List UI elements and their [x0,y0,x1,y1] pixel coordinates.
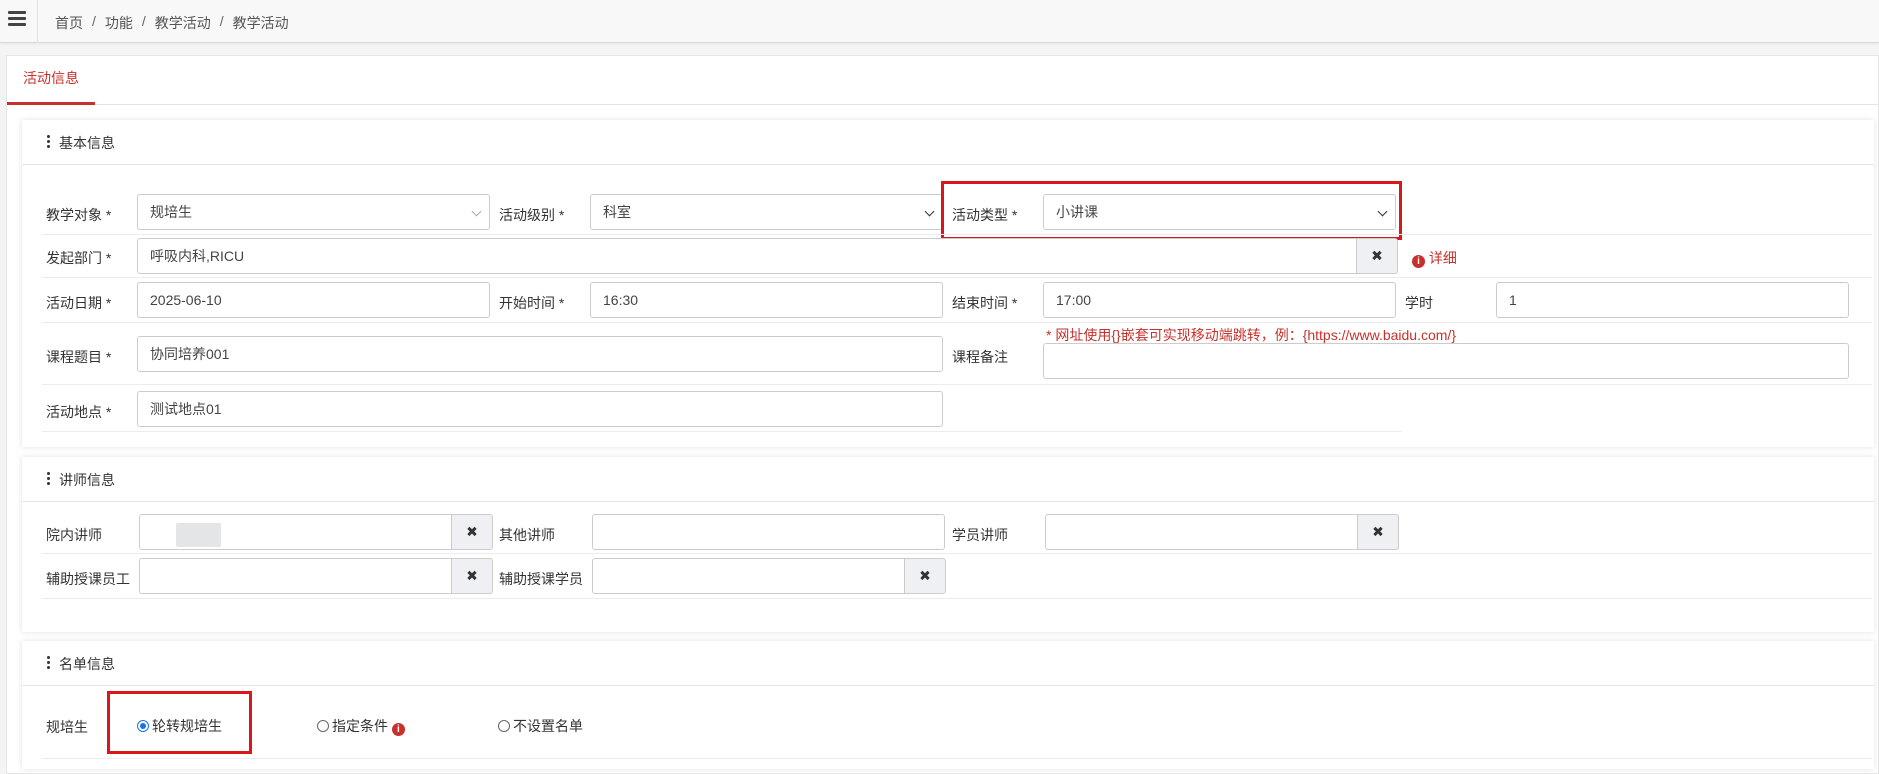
close-icon: ✖ [466,567,478,584]
hours-input[interactable]: 1 [1496,282,1849,318]
end-time-input[interactable]: 17:00 [1043,282,1396,318]
breadcrumb-current: 教学活动 [232,15,289,31]
section-title: 名单信息 [59,656,115,672]
hamburger-menu-icon[interactable] [8,11,26,27]
radio-rotation-trainee[interactable]: 轮转规培生 [137,716,222,736]
row-divider [42,384,1872,385]
course-title-label: 课程题目 * [46,349,112,365]
assist-student-input[interactable] [592,558,905,594]
date-label: 活动日期 * [46,295,112,311]
roster-info-section: 名单信息 规培生 轮转规培生 指定条件 i 不设置名单 [22,641,1874,769]
vertical-dots-icon [47,472,50,487]
basic-info-section: 基本信息 教学对象 * 规培生 活动级别 * 科室 活动类型 * 小讲课 发起部… [22,120,1874,447]
location-label: 活动地点 * [46,404,112,420]
internal-teacher-clear-button[interactable]: ✖ [451,514,493,550]
section-header: 名单信息 [22,641,1874,686]
roster-label: 规培生 [46,719,88,735]
main-panel: 活动信息 基本信息 教学对象 * 规培生 活动级别 * 科室 活动类型 * 小讲… [6,55,1879,774]
breadcrumb-function[interactable]: 功能 [105,13,133,33]
radio-specified-condition[interactable]: 指定条件 i [317,716,405,736]
row-divider [42,553,1872,554]
vertical-dots-icon [47,656,50,671]
dept-label: 发起部门 * [46,250,112,266]
dept-clear-button[interactable]: ✖ [1356,238,1398,274]
topbar-divider [37,0,38,43]
section-title: 基本信息 [59,135,115,151]
info-icon: i [1412,255,1425,268]
radio-selected-icon [137,720,149,732]
row-divider [42,431,1402,432]
radio-unselected-icon [317,720,329,732]
row-divider [42,277,1872,278]
location-input[interactable]: 测试地点01 [137,391,943,427]
close-icon: ✖ [466,523,478,540]
radio-unselected-icon [498,720,510,732]
end-time-label: 结束时间 * [952,295,1018,311]
internal-teacher-input[interactable] [139,514,452,550]
date-input[interactable]: 2025-06-10 [137,282,490,318]
radio-label: 指定条件 [332,718,388,734]
close-icon: ✖ [1371,247,1383,264]
assist-student-clear-button[interactable]: ✖ [904,558,946,594]
start-time-label: 开始时间 * [499,295,565,311]
row-divider [42,758,1872,759]
dept-input[interactable]: 呼吸内科,RICU [137,238,1357,274]
dept-detail-label: 详细 [1428,250,1457,266]
section-title: 讲师信息 [59,472,115,488]
assist-staff-clear-button[interactable]: ✖ [451,558,493,594]
radio-no-roster[interactable]: 不设置名单 [498,716,583,736]
redacted-teacher-name [176,523,221,547]
activity-level-select[interactable]: 科室 [590,194,943,230]
teaching-target-select[interactable]: 规培生 [137,194,490,230]
teacher-info-section: 讲师信息 院内讲师 ✖ 其他讲师 学员讲师 ✖ 辅助授课员工 ✖ 辅助授课学员 … [22,457,1874,632]
vertical-dots-icon [47,135,50,150]
row-divider [42,234,1872,235]
breadcrumb-separator: / [141,13,146,29]
hours-label: 学时 [1405,295,1433,311]
tab-activity-info[interactable]: 活动信息 [7,56,95,105]
other-teacher-input[interactable] [592,514,945,550]
activity-level-value: 科室 [603,204,631,220]
section-header: 讲师信息 [22,457,1874,502]
chevron-down-icon [924,206,935,217]
activity-level-label: 活动级别 * [499,207,565,223]
course-title-input[interactable]: 协同培养001 [137,336,943,372]
close-icon: ✖ [1372,523,1384,540]
breadcrumb-teaching-activity[interactable]: 教学活动 [155,13,211,33]
internal-teacher-label: 院内讲师 [46,527,102,543]
course-note-input[interactable] [1043,343,1849,379]
student-teacher-clear-button[interactable]: ✖ [1357,514,1399,550]
assist-student-label: 辅助授课学员 [499,571,583,587]
radio-label: 轮转规培生 [152,718,222,734]
chevron-down-icon [471,206,482,217]
radio-label: 不设置名单 [513,718,583,734]
teaching-target-value: 规培生 [150,204,192,220]
course-note-label: 课程备注 [952,349,1008,365]
top-bar: 首页 / 功能 / 教学活动 / 教学活动 [0,0,1879,43]
assist-staff-label: 辅助授课员工 [46,571,130,587]
other-teacher-label: 其他讲师 [499,527,555,543]
section-header: 基本信息 [22,120,1874,165]
breadcrumb: 首页 / 功能 / 教学活动 / 教学活动 [55,13,289,33]
row-divider [42,322,1872,323]
breadcrumb-separator: / [92,13,96,29]
student-teacher-label: 学员讲师 [952,527,1008,543]
dept-detail-link[interactable]: i 详细 [1412,248,1457,268]
assist-staff-input[interactable] [139,558,452,594]
student-teacher-input[interactable] [1045,514,1358,550]
info-icon[interactable]: i [391,723,405,736]
highlight-box [941,181,1402,240]
tab-bar: 活动信息 [7,56,1878,105]
breadcrumb-separator: / [219,13,224,29]
row-divider [42,598,1872,599]
start-time-input[interactable]: 16:30 [590,282,943,318]
course-note-hint: * 网址使用{}嵌套可实现移动端跳转，例：{https://www.baidu.… [1046,327,1456,343]
close-icon: ✖ [919,567,931,584]
breadcrumb-home[interactable]: 首页 [55,13,83,33]
teaching-target-label: 教学对象 * [46,207,112,223]
